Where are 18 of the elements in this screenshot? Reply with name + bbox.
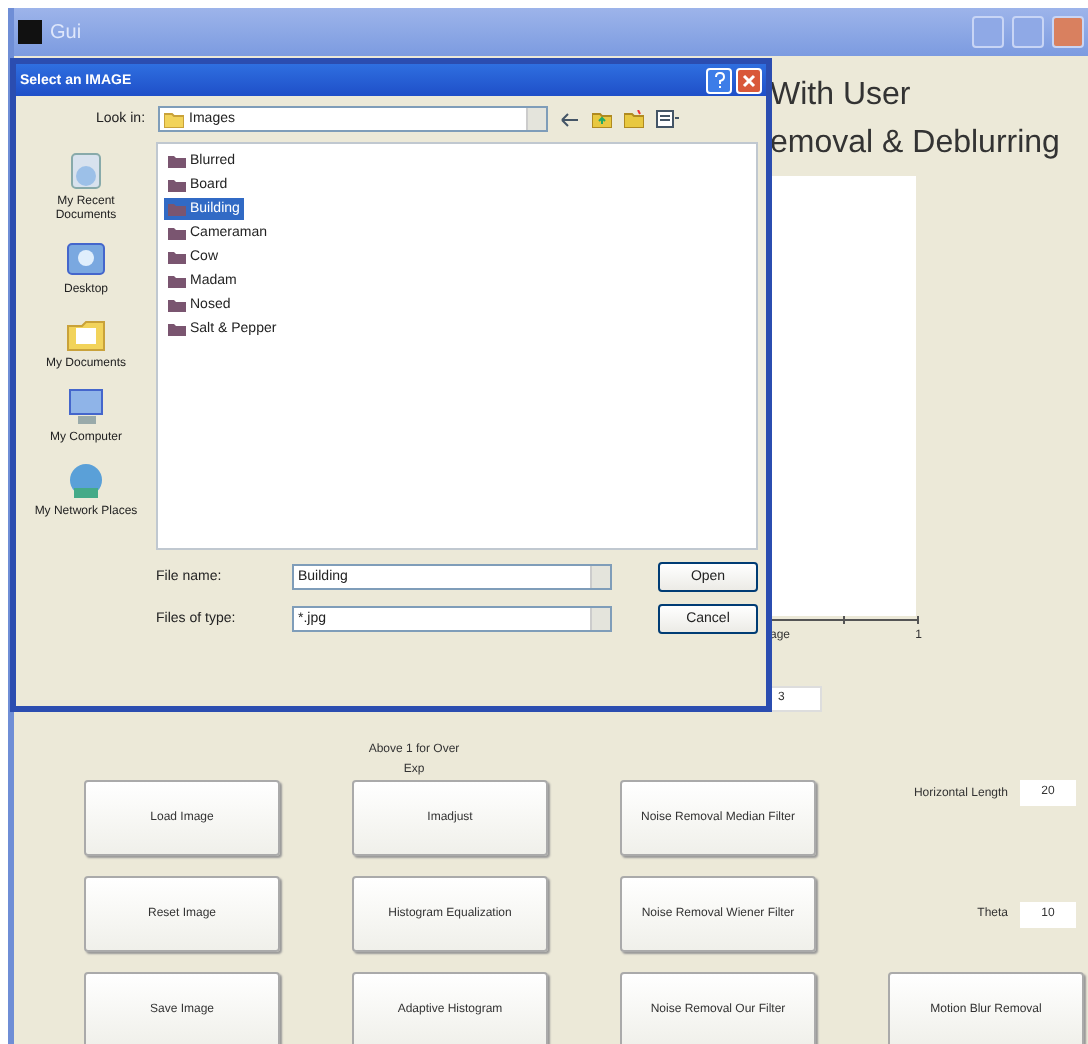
window-title: Gui — [50, 21, 84, 43]
minimize-button[interactable] — [972, 16, 1004, 48]
computer-icon — [64, 386, 108, 428]
up-folder-icon[interactable] — [591, 110, 612, 128]
app-icon — [18, 20, 42, 44]
close-button[interactable] — [1052, 16, 1084, 48]
help-button[interactable] — [706, 67, 732, 93]
back-icon[interactable] — [559, 111, 580, 127]
help-icon — [713, 72, 725, 88]
new-folder-icon[interactable] — [623, 110, 644, 128]
network-icon — [64, 460, 108, 502]
close-icon — [742, 73, 756, 87]
app-heading: emoval & Deblurring — [770, 124, 1060, 164]
desktop-icon — [64, 238, 108, 280]
maximize-button[interactable] — [1012, 16, 1044, 48]
app-heading: With User — [770, 76, 913, 116]
view-menu-icon[interactable] — [655, 110, 680, 128]
folder-icon — [163, 111, 184, 127]
